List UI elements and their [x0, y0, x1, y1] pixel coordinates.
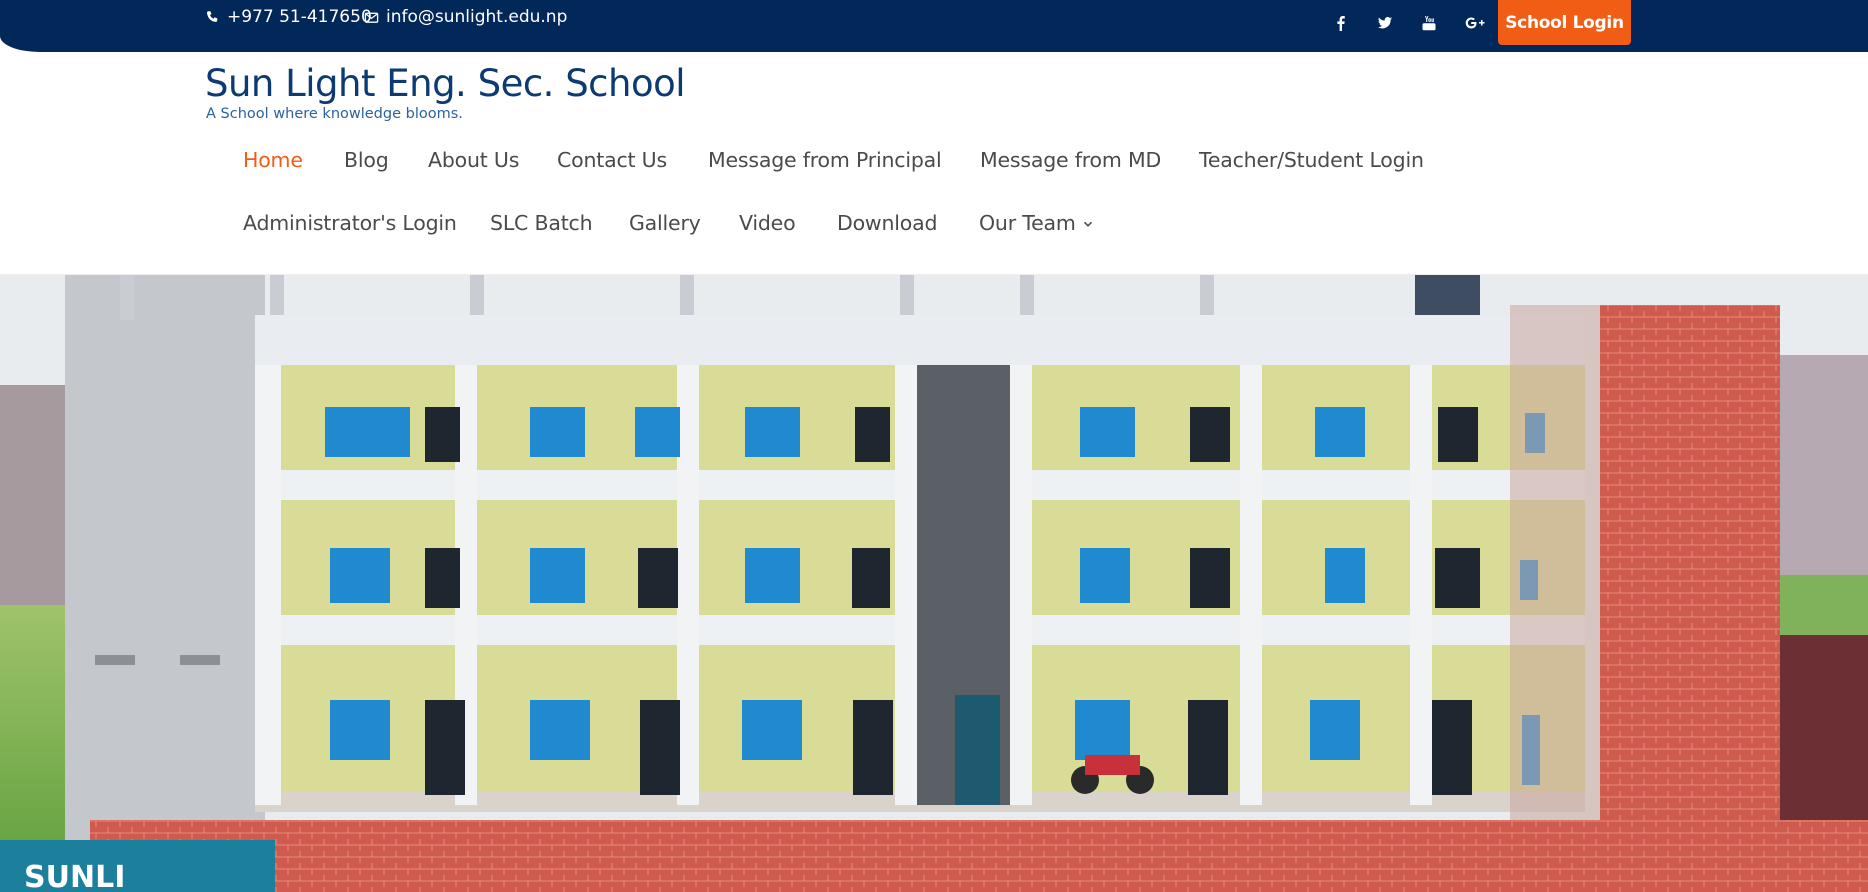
facebook-icon[interactable]	[1330, 12, 1352, 34]
phone-number: +977 51-417650	[227, 7, 372, 27]
email-address: info@sunlight.edu.np	[386, 7, 568, 27]
nav-about-us[interactable]: About Us	[428, 148, 519, 172]
nav-teacher-student-login[interactable]: Teacher/Student Login	[1199, 148, 1424, 172]
school-sign-text: SUNLI	[24, 860, 125, 892]
site-tagline: A School where knowledge blooms.	[206, 106, 463, 122]
nav-blog[interactable]: Blog	[344, 148, 389, 172]
site-title[interactable]: Sun Light Eng. Sec. School	[205, 62, 686, 105]
nav-message-from-principal[interactable]: Message from Principal	[708, 148, 942, 172]
nav-slc-batch[interactable]: SLC Batch	[490, 211, 593, 235]
chevron-down-icon	[1082, 218, 1094, 230]
nav-gallery[interactable]: Gallery	[629, 211, 701, 235]
nav-home[interactable]: Home	[243, 148, 303, 172]
nav-our-team-label: Our Team	[979, 211, 1076, 235]
nav-our-team[interactable]: Our Team	[979, 211, 1094, 235]
top-bar: +977 51-417650 info@sunlight.edu.np Scho…	[0, 0, 1868, 52]
google-plus-icon[interactable]	[1462, 12, 1488, 34]
nav-video[interactable]: Video	[739, 211, 796, 235]
nav-contact-us[interactable]: Contact Us	[557, 148, 667, 172]
youtube-icon[interactable]	[1418, 12, 1440, 34]
nav-download[interactable]: Download	[837, 211, 938, 235]
email-contact[interactable]: info@sunlight.edu.np	[364, 7, 567, 27]
twitter-icon[interactable]	[1374, 12, 1396, 34]
phone-contact[interactable]: +977 51-417650	[205, 7, 372, 27]
envelope-icon	[364, 12, 379, 23]
nav-message-from-md[interactable]: Message from MD	[980, 148, 1161, 172]
hero-banner: SUNLI	[0, 275, 1868, 892]
school-login-button[interactable]: School Login	[1498, 0, 1631, 45]
phone-icon	[206, 10, 218, 22]
nav-administrators-login[interactable]: Administrator's Login	[243, 211, 457, 235]
school-building-photo: SUNLI	[0, 275, 1868, 892]
